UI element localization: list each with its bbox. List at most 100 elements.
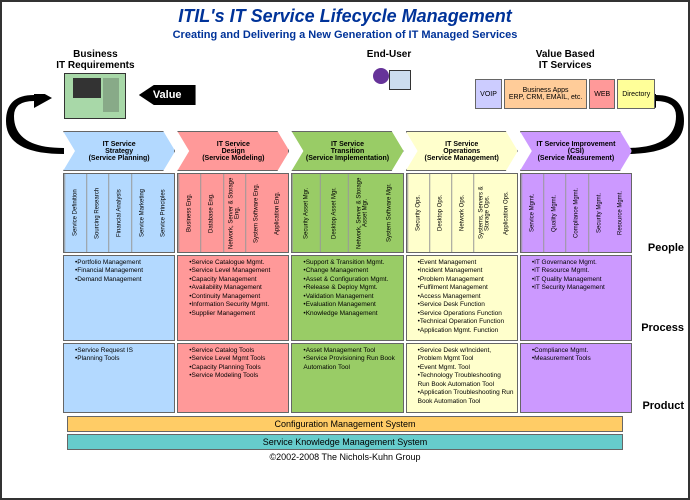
process-item: Availability Management	[189, 284, 285, 292]
role-bar: Resource Mgmt.	[610, 174, 631, 252]
people-box: Business Eng.Database Eng.Network, Serve…	[177, 173, 289, 253]
role-bar: Security Asset Mgr.	[292, 174, 320, 252]
process-label: Process	[641, 322, 684, 334]
process-item: Knowledge Management	[303, 310, 399, 318]
enduser-label: End-User	[316, 49, 463, 60]
role-bar: Service Mgmt.	[521, 174, 543, 252]
people-box: Security Asset Mgr.Desktop Asset Mgr.Net…	[291, 173, 403, 253]
process-item: Financial Management	[75, 267, 171, 275]
product-box: Service Request ISPlanning Tools	[63, 343, 175, 413]
product-item: Compliance Mgmt.	[532, 347, 628, 355]
product-item: Application Troubleshooting Run Book Aut…	[418, 389, 514, 406]
process-item: Continuity Management	[189, 293, 285, 301]
process-item: Evaluation Management	[303, 301, 399, 309]
people-box: Service Mgmt.Quality Mgmt.Compliance Mgm…	[520, 173, 632, 253]
process-item: Service Catalogue Mgmt.	[189, 259, 285, 267]
process-item: Problem Management	[418, 276, 514, 284]
process-box: Event ManagementIncident ManagementProbl…	[406, 255, 518, 341]
product-item: Planning Tools	[75, 355, 171, 363]
config-mgmt-bar: Configuration Management System	[67, 416, 623, 432]
role-bar: Application Eng.	[267, 174, 288, 252]
lifecycle-column: IT Service Strategy (Service Planning)Se…	[63, 131, 175, 413]
role-bar: Financial Analysis	[108, 174, 130, 252]
dir-box: Directory	[617, 79, 655, 109]
web-box: WEB	[589, 79, 615, 109]
process-item: Asset & Configuration Mgmt.	[303, 276, 399, 284]
product-item: Asset Management Tool	[303, 347, 399, 355]
page-subtitle: Creating and Delivering a New Generation…	[2, 29, 688, 41]
role-bar: Desktop Asset Mgr.	[320, 174, 348, 252]
product-item: Service Catalog Tools	[189, 347, 285, 355]
phase-chevron: IT Service Transition (Service Implement…	[291, 131, 403, 171]
phase-chevron: IT Service Design (Service Modeling)	[177, 131, 289, 171]
process-box: Service Catalogue Mgmt.Service Level Man…	[177, 255, 289, 341]
process-item: IT Security Management	[532, 284, 628, 292]
role-bar: Systems, Servers & Storage Ops.	[473, 174, 495, 252]
process-item: Fulfilment Management	[418, 284, 514, 292]
process-box: Support & Transition Mgmt.Change Managem…	[291, 255, 403, 341]
process-item: Technical Operation Function	[418, 318, 514, 326]
voip-box: VOIP	[475, 79, 502, 109]
role-bar: Service Definition	[64, 174, 86, 252]
phase-chevron: IT Service Operations (Service Managemen…	[406, 131, 518, 171]
process-item: Application Mgmt. Function	[418, 327, 514, 335]
process-box: Portfolio ManagementFinancial Management…	[63, 255, 175, 341]
foundation-bars: Configuration Management System Service …	[67, 416, 623, 450]
role-bar: Compliance Mgmt.	[565, 174, 587, 252]
role-bar: Quality Mgmt.	[543, 174, 565, 252]
biz-req-label: Business IT Requirements	[22, 49, 169, 71]
role-bar: Network Ops.	[451, 174, 473, 252]
lifecycle-column: IT Service Operations (Service Managemen…	[406, 131, 518, 413]
enduser-icon	[365, 62, 413, 106]
lifecycle-column: IT Service Transition (Service Implement…	[291, 131, 403, 413]
role-bar: Database Eng.	[200, 174, 222, 252]
product-label: Product	[642, 400, 684, 412]
process-item: Change Management	[303, 267, 399, 275]
process-item: IT Quality Management	[532, 276, 628, 284]
process-item: Information Security Mgmt.	[189, 301, 285, 309]
people-box: Security Ops.Desktop Ops.Network Ops.Sys…	[406, 173, 518, 253]
product-item: Service Modeling Tools	[189, 372, 285, 380]
process-item: IT Governance Mgmt.	[532, 259, 628, 267]
role-bar: System Software Mgr.	[376, 174, 403, 252]
process-item: Supplier Management	[189, 310, 285, 318]
page-title: ITIL's IT Service Lifecycle Management	[2, 6, 688, 27]
process-item: Portfolio Management	[75, 259, 171, 267]
role-bar: Network, Server & Storage Asset Mgr.	[348, 174, 376, 252]
process-box: IT Governance Mgmt.IT Resource Mgmt.IT Q…	[520, 255, 632, 341]
role-bar: Sourcing Research	[86, 174, 108, 252]
people-label: People	[648, 242, 684, 254]
skms-bar: Service Knowledge Management System	[67, 434, 623, 450]
process-item: Support & Transition Mgmt.	[303, 259, 399, 267]
process-item: Access Management	[418, 293, 514, 301]
product-box: Compliance Mgmt.Measurement Tools	[520, 343, 632, 413]
process-item: Capacity Management	[189, 276, 285, 284]
phase-chevron: IT Service Improvement (CSI) (Service Me…	[520, 131, 632, 171]
role-bar: Service Marketing	[131, 174, 153, 252]
valuesvc-label: Value Based IT Services	[462, 49, 668, 71]
server-icon	[64, 73, 126, 119]
lifecycle-column: IT Service Improvement (CSI) (Service Me…	[520, 131, 632, 413]
product-item: Service Provisioning Run Book Automation…	[303, 355, 399, 372]
product-item: Capacity Planning Tools	[189, 364, 285, 372]
product-box: Asset Management ToolService Provisionin…	[291, 343, 403, 413]
process-item: Event Management	[418, 259, 514, 267]
role-bar: Application Ops.	[496, 174, 517, 252]
product-item: Service Request IS	[75, 347, 171, 355]
lifecycle-column: IT Service Design (Service Modeling)Busi…	[177, 131, 289, 413]
process-item: Service Level Management	[189, 267, 285, 275]
process-item: Validation Management	[303, 293, 399, 301]
role-bar: Security Ops.	[407, 174, 429, 252]
role-bar: Business Eng.	[178, 174, 200, 252]
process-item: Incident Management	[418, 267, 514, 275]
value-services-boxes: VOIP Business Apps ERP, CRM, EMAIL, etc.…	[462, 79, 668, 109]
process-item: Service Operations Function	[418, 310, 514, 318]
process-item: IT Resource Mgmt.	[532, 267, 628, 275]
product-item: Service Level Mgmt Tools	[189, 355, 285, 363]
top-row: Business IT Requirements Value End-User …	[2, 49, 688, 131]
process-item: Release & Deploy Mgmt.	[303, 284, 399, 292]
product-item: Service Desk w/Incident, Problem Mgmt To…	[418, 347, 514, 364]
product-item: Technology Troubleshooting Run Book Auto…	[418, 372, 514, 389]
product-box: Service Catalog ToolsService Level Mgmt …	[177, 343, 289, 413]
people-box: Service DefinitionSourcing ResearchFinan…	[63, 173, 175, 253]
